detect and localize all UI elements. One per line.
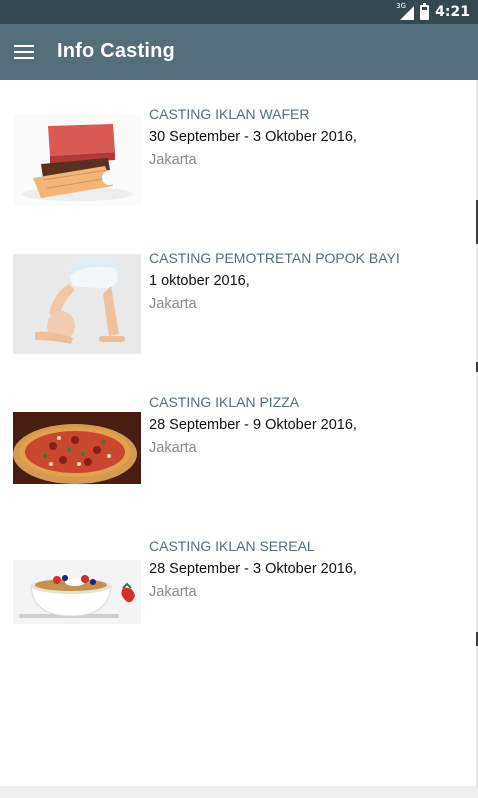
casting-item-popok-bayi[interactable]: CASTING PEMOTRETAN POPOK BAYI 1 oktober …	[0, 250, 476, 380]
casting-date: 30 September - 3 Oktober 2016,	[149, 129, 357, 145]
mobile-signal-icon: 3G	[396, 2, 415, 20]
wafer-image	[13, 114, 141, 206]
casting-item-wafer[interactable]: CASTING IKLAN WAFER 30 September - 3 Okt…	[0, 106, 476, 236]
casting-location: Jakarta	[149, 152, 197, 168]
casting-location: Jakarta	[149, 296, 197, 312]
bottom-edge	[0, 786, 478, 798]
casting-title: CASTING IKLAN WAFER	[149, 106, 310, 122]
casting-title: CASTING IKLAN PIZZA	[149, 394, 300, 410]
casting-location: Jakarta	[149, 584, 197, 600]
app-bar: Info Casting	[0, 24, 478, 80]
casting-title: CASTING PEMOTRETAN POPOK BAYI	[149, 250, 400, 266]
casting-date: 28 September - 3 Oktober 2016,	[149, 561, 357, 577]
casting-item-sereal[interactable]: CASTING IKLAN SEREAL 28 September - 3 Ok…	[0, 538, 476, 668]
casting-date: 1 oktober 2016,	[149, 273, 250, 289]
casting-list[interactable]: CASTING IKLAN WAFER 30 September - 3 Okt…	[0, 80, 476, 786]
casting-item-pizza[interactable]: CASTING IKLAN PIZZA 28 September - 9 Okt…	[0, 394, 476, 524]
cereal-bowl-image	[13, 560, 141, 624]
casting-location: Jakarta	[149, 440, 197, 456]
casting-date: 28 September - 9 Oktober 2016,	[149, 417, 357, 433]
casting-title: CASTING IKLAN SEREAL	[149, 538, 315, 554]
status-icons: 3G 4:21	[396, 2, 470, 21]
hamburger-menu-icon[interactable]	[14, 40, 36, 64]
battery-icon	[420, 2, 430, 20]
status-bar: 3G 4:21	[0, 0, 478, 24]
status-time: 4:21	[435, 4, 470, 20]
app-title: Info Casting	[57, 40, 175, 62]
baby-diaper-image	[13, 254, 141, 354]
pizza-image	[13, 412, 141, 484]
